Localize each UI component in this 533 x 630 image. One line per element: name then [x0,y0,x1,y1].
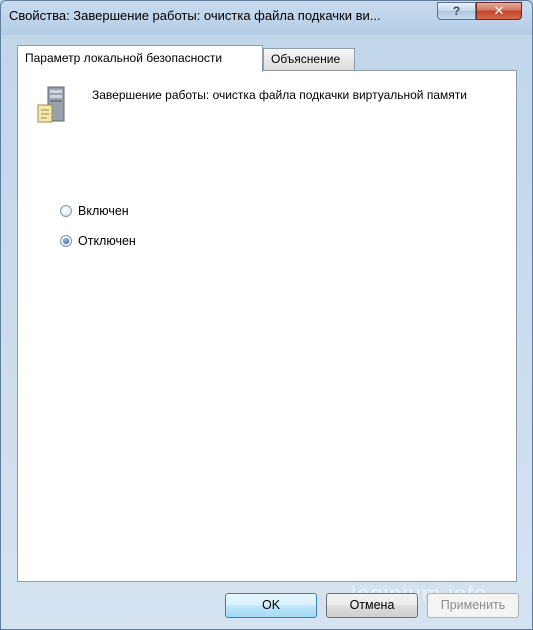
help-button[interactable]: ? [437,2,476,20]
policy-title: Завершение работы: очистка файла подкачк… [92,88,467,102]
window-title: Свойства: Завершение работы: очистка фай… [9,8,381,23]
cancel-button[interactable]: Отмена [326,593,418,618]
radio-enabled-button[interactable] [60,205,72,217]
title-bar[interactable]: Свойства: Завершение работы: очистка фай… [1,1,532,35]
tab-local-security-setting[interactable]: Параметр локальной безопасности [17,45,263,72]
ok-button[interactable]: OK [225,593,317,618]
radio-disabled-button[interactable] [60,235,72,247]
properties-dialog: Свойства: Завершение работы: очистка фай… [0,0,533,630]
tab-strip: Параметр локальной безопасности Объяснен… [17,45,517,72]
server-policy-icon [37,86,65,123]
radio-enabled-label: Включен [78,204,129,218]
close-button[interactable]: ✕ [476,2,522,20]
tab-panel: Завершение работы: очистка файла подкачк… [17,70,517,582]
radio-disabled-label: Отключен [78,234,136,248]
tab-explain[interactable]: Объяснение [263,48,355,70]
apply-button[interactable]: Применить [427,593,519,618]
